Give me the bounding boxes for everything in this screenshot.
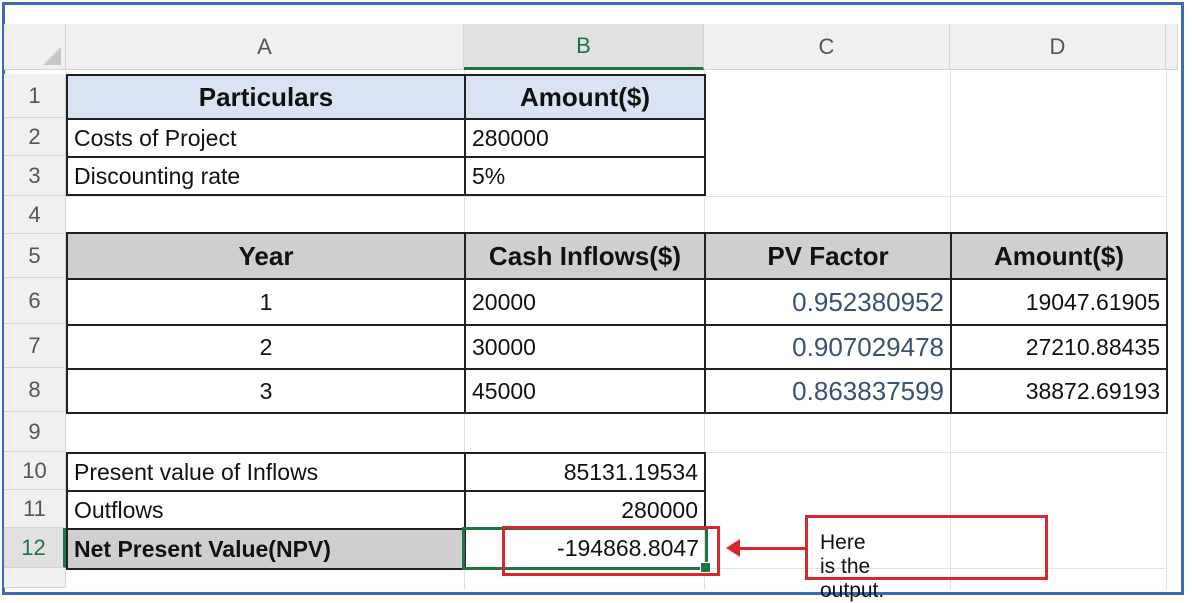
output-highlight-box: [502, 526, 720, 576]
column-header-c[interactable]: C: [704, 24, 950, 70]
cell-c7[interactable]: 0.907029478: [704, 324, 952, 370]
cell-d7[interactable]: 27210.88435: [950, 324, 1168, 370]
select-all-corner[interactable]: [4, 24, 66, 70]
cell-a5[interactable]: Year: [66, 232, 466, 280]
cell-a7[interactable]: 2: [66, 324, 466, 370]
cell-d6[interactable]: 19047.61905: [950, 278, 1168, 326]
cell-a2[interactable]: Costs of Project: [66, 118, 466, 158]
cell-a8[interactable]: 3: [66, 368, 466, 414]
cell-d8[interactable]: 38872.69193: [950, 368, 1168, 414]
row-header-9[interactable]: 9: [4, 412, 66, 452]
callout-text: Here is the output.: [820, 531, 885, 602]
cell-a6[interactable]: 1: [66, 278, 466, 326]
cell-a12[interactable]: Net Present Value(NPV): [66, 528, 466, 570]
cell-b1[interactable]: Amount($): [464, 74, 706, 120]
cell-a10[interactable]: Present value of Inflows: [66, 452, 466, 492]
cell-b6[interactable]: 20000: [464, 278, 706, 326]
row-header-8[interactable]: 8: [4, 368, 66, 412]
column-header-d[interactable]: D: [950, 24, 1166, 70]
cell-b3[interactable]: 5%: [464, 156, 706, 196]
row-header-11[interactable]: 11: [4, 490, 66, 528]
row-header-13-partial: [4, 568, 66, 588]
cell-a1[interactable]: Particulars: [66, 74, 466, 120]
gridline: [66, 196, 1166, 197]
row-header-3[interactable]: 3: [4, 156, 66, 196]
cell-d5[interactable]: Amount($): [950, 232, 1168, 280]
column-header-a[interactable]: A: [66, 24, 464, 70]
cell-a3[interactable]: Discounting rate: [66, 156, 466, 196]
cell-a11[interactable]: Outflows: [66, 490, 466, 530]
cell-b2[interactable]: 280000: [464, 118, 706, 158]
column-header-spill: [1166, 24, 1178, 70]
cell-b7[interactable]: 30000: [464, 324, 706, 370]
row-header-12[interactable]: 12: [4, 528, 66, 568]
cell-b11[interactable]: 280000: [464, 490, 706, 530]
cell-c5[interactable]: PV Factor: [704, 232, 952, 280]
cell-b8[interactable]: 45000: [464, 368, 706, 414]
callout-arrow-line: [736, 547, 806, 550]
row-header-10[interactable]: 10: [4, 452, 66, 490]
column-header-b[interactable]: B: [464, 24, 704, 70]
row-header-7[interactable]: 7: [4, 324, 66, 368]
row-header-5[interactable]: 5: [4, 234, 66, 278]
cell-b10[interactable]: 85131.19534: [464, 452, 706, 492]
row-header-1[interactable]: 1: [4, 74, 66, 118]
row-header-2[interactable]: 2: [4, 118, 66, 156]
row-header-6[interactable]: 6: [4, 278, 66, 324]
row-header-4[interactable]: 4: [4, 196, 66, 234]
cell-c8[interactable]: 0.863837599: [704, 368, 952, 414]
cell-c6[interactable]: 0.952380952: [704, 278, 952, 326]
cell-b5[interactable]: Cash Inflows($): [464, 232, 706, 280]
